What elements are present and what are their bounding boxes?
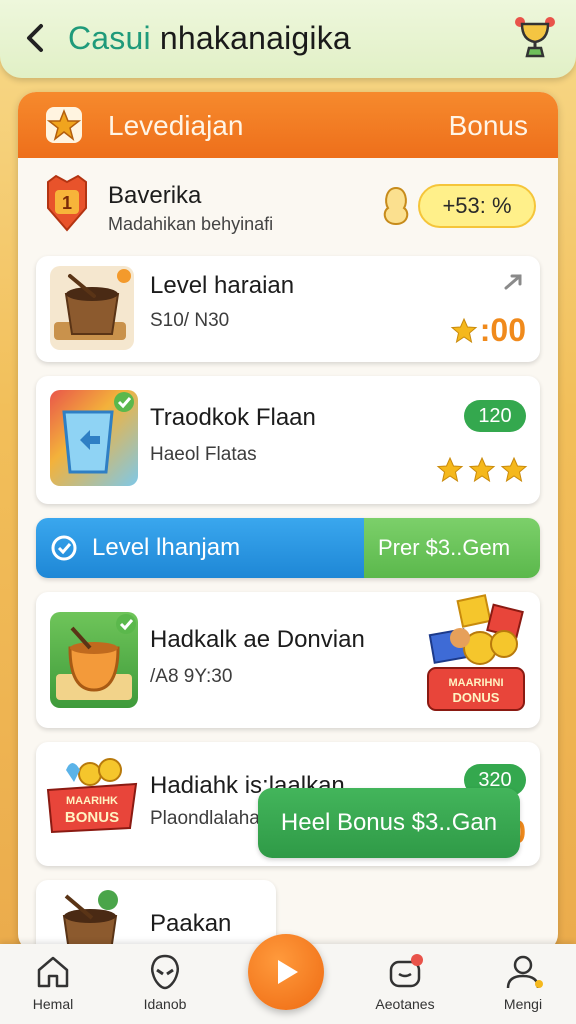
nav-label-profile: Mengi bbox=[503, 996, 543, 1012]
rank-badge-icon: 1 bbox=[47, 174, 87, 232]
card-title: Level haraian bbox=[150, 272, 295, 299]
promo-bottom-text: BONUS bbox=[65, 809, 119, 826]
star-icon bbox=[450, 317, 478, 343]
level-bar[interactable]: Level lhanjam Prer $3..Gem bbox=[36, 518, 540, 578]
user-subtitle: Madahikan behyinafi bbox=[108, 214, 274, 234]
card-rating: :00 bbox=[450, 312, 526, 349]
bucket-icon bbox=[62, 890, 118, 952]
nav-label-alien: Idanob bbox=[143, 996, 187, 1012]
bucket-icon bbox=[54, 269, 131, 340]
alien-icon bbox=[151, 954, 179, 990]
notifications-icon bbox=[389, 954, 423, 988]
cup-icon bbox=[62, 392, 134, 474]
card-rating bbox=[436, 456, 528, 484]
star-icon bbox=[500, 456, 528, 483]
card-title: Hadkalk ae Donvian bbox=[150, 626, 365, 653]
card-subtitle: S10/ N30 bbox=[150, 310, 230, 331]
user-name: Baverika bbox=[108, 182, 202, 209]
page-title-part2: nhakanaigika bbox=[150, 20, 351, 56]
nav-item-notifications[interactable]: Aeotanes bbox=[360, 952, 450, 1012]
bucket-thumbnail bbox=[50, 266, 134, 350]
back-button[interactable] bbox=[18, 20, 52, 56]
rank-badge-number: 1 bbox=[62, 193, 72, 213]
list-item[interactable]: Level haraian S10/ N30 :00 bbox=[36, 256, 540, 362]
nav-label-notifications: Aeotanes bbox=[375, 996, 435, 1012]
card-title: Traodkok Flaan bbox=[150, 404, 316, 431]
list-item[interactable]: Hadkalk ae Donvian /A8 9Y:30 MAARIHNI DO… bbox=[36, 592, 540, 728]
balance-pill[interactable]: +53: % bbox=[418, 184, 536, 228]
shield-icon bbox=[51, 535, 77, 561]
bonus-button[interactable]: Heel Bonus $3..Gan bbox=[258, 788, 520, 858]
page-title: Casui nhakanaigika bbox=[68, 20, 351, 57]
panel-header-left-label[interactable]: Levediajan bbox=[108, 110, 243, 142]
panel-header: Levediajan Bonus bbox=[18, 92, 558, 158]
user-summary: 1 Baverika Madahikan behyinafi +53: % bbox=[18, 158, 558, 248]
home-icon bbox=[37, 956, 69, 988]
list-item[interactable]: Paakan bbox=[36, 880, 276, 952]
level-bar-right-label: Prer $3..Gem bbox=[378, 535, 511, 560]
panel-header-right-label[interactable]: Bonus bbox=[449, 110, 528, 142]
star-badge-icon bbox=[46, 107, 82, 143]
bonus-banner-icon: MAARIHK BONUS bbox=[46, 758, 138, 834]
pot-thumbnail bbox=[50, 612, 138, 708]
promo-bottom-text: DONUS bbox=[453, 690, 500, 705]
trophy-icon[interactable] bbox=[512, 14, 558, 60]
user-icon bbox=[506, 955, 543, 989]
cup-thumbnail bbox=[50, 390, 138, 486]
list-item[interactable]: Traodkok Flaan Haeol Flatas 120 bbox=[36, 376, 540, 504]
card-score: :00 bbox=[479, 312, 526, 348]
nav-label-home: Hemal bbox=[32, 996, 74, 1012]
points-pill: 120 bbox=[464, 400, 526, 432]
bonus-chest-icon[interactable]: MAARIHNI DONUS bbox=[420, 588, 532, 716]
nav-item-profile[interactable]: Mengi bbox=[478, 952, 568, 1012]
card-title: Paakan bbox=[150, 910, 232, 937]
app-header: Casui nhakanaigika bbox=[0, 0, 576, 78]
card-subtitle: Haeol Flatas bbox=[150, 444, 257, 465]
chevron-left-icon bbox=[27, 24, 43, 52]
level-bar-right[interactable]: Prer $3..Gem bbox=[364, 518, 540, 578]
play-button[interactable] bbox=[248, 934, 324, 1010]
arrow-right-icon[interactable] bbox=[504, 272, 526, 292]
promo-top-text: MAARIHK bbox=[66, 795, 118, 807]
card-subtitle: /A8 9Y:30 bbox=[150, 666, 233, 687]
pot-icon bbox=[56, 614, 136, 700]
level-bar-left-label: Level lhanjam bbox=[92, 534, 241, 561]
star-icon bbox=[468, 456, 496, 483]
play-icon bbox=[278, 960, 298, 984]
nav-item-home[interactable]: Hemal bbox=[8, 952, 98, 1012]
star-icon bbox=[436, 456, 464, 483]
nav-item-alien[interactable]: Idanob bbox=[120, 952, 210, 1012]
page-title-part1: Casui bbox=[68, 20, 151, 56]
egg-icon bbox=[383, 186, 409, 226]
level-bar-left[interactable]: Level lhanjam bbox=[36, 518, 364, 578]
promo-top-text: MAARIHNI bbox=[449, 677, 504, 689]
